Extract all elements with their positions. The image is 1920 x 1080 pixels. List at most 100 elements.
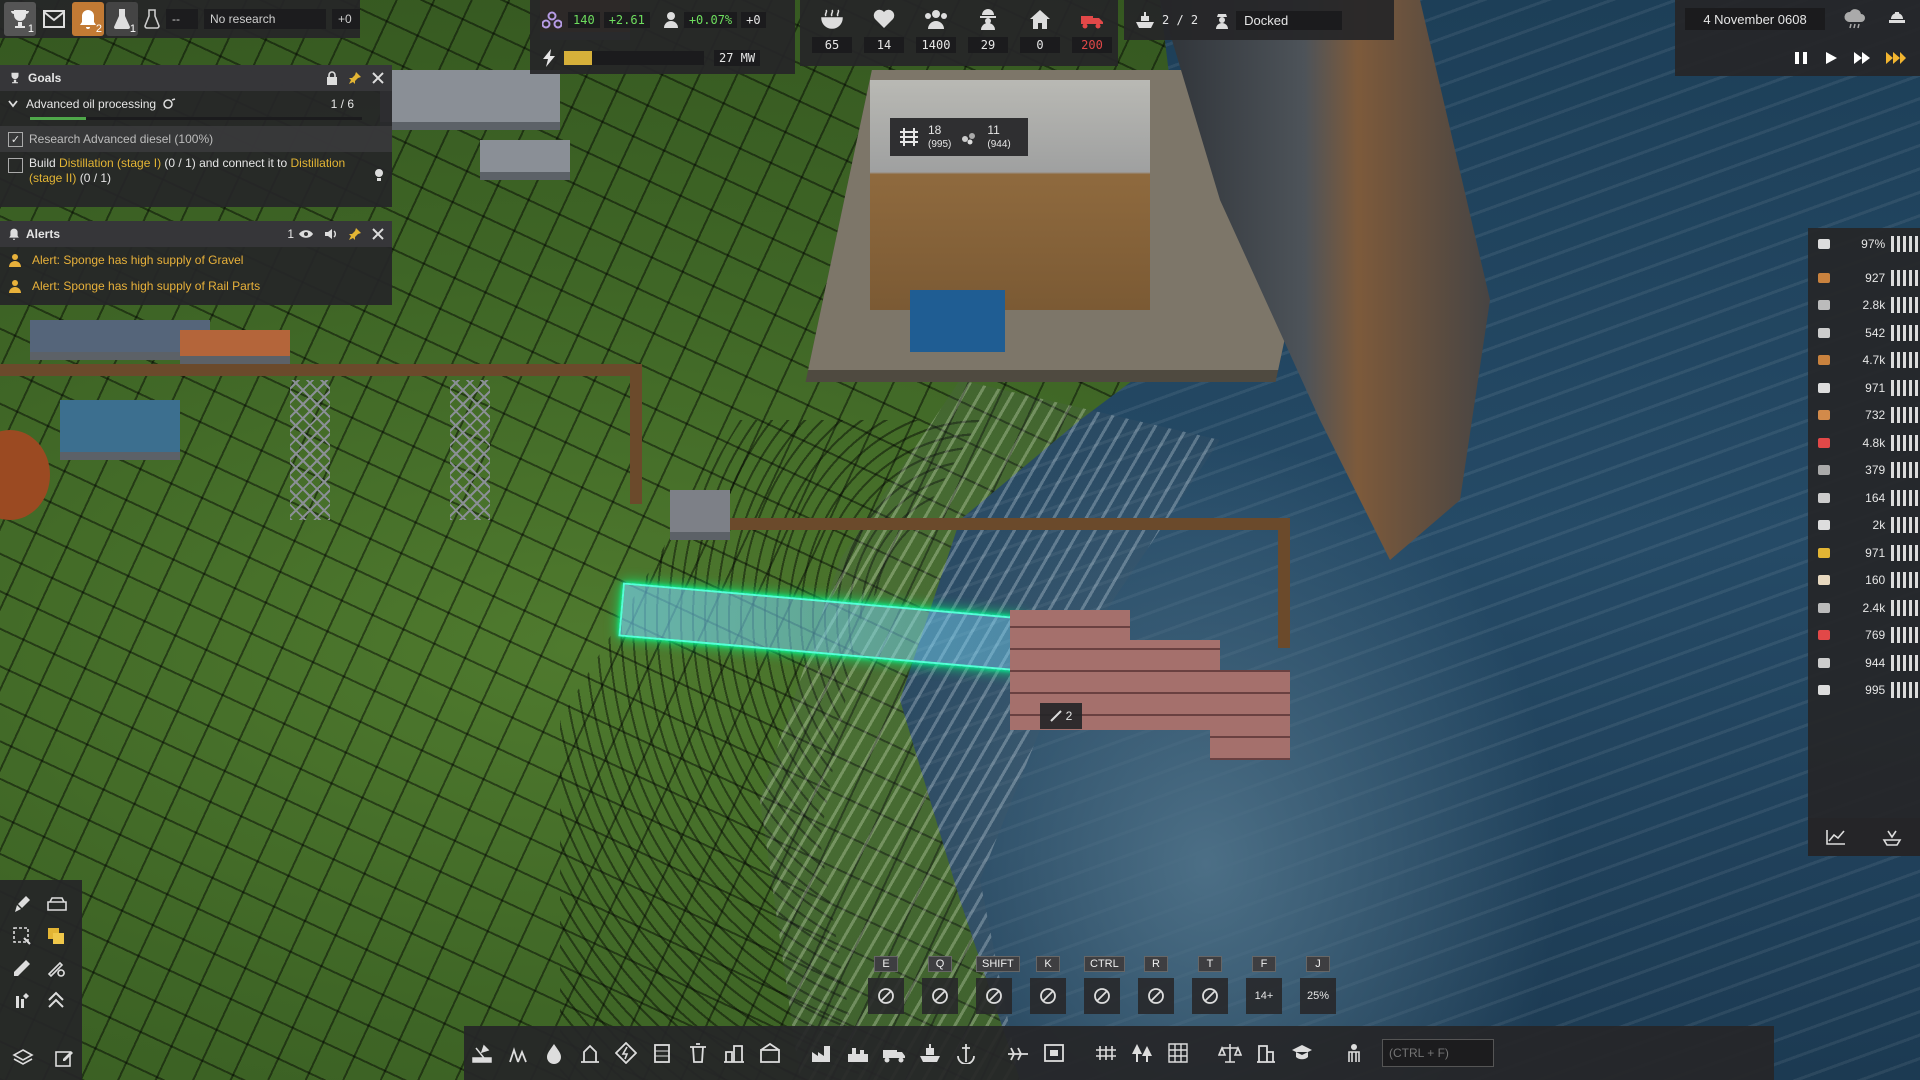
water-icon[interactable] <box>536 1035 572 1071</box>
hotkey-f[interactable]: F 14+ <box>1246 954 1282 1014</box>
recolor-icon[interactable] <box>46 958 66 978</box>
alert-item[interactable]: Alert: Sponge has high supply of Gravel <box>0 247 392 273</box>
hotkey-k[interactable]: K <box>1030 954 1066 1014</box>
trees-icon[interactable] <box>1124 1035 1160 1071</box>
terrain-icon[interactable] <box>1160 1035 1196 1071</box>
hotkey-ctrl[interactable]: CTRL <box>1084 954 1125 1014</box>
settings-icon[interactable] <box>1887 10 1907 28</box>
waste-icon[interactable] <box>680 1035 716 1071</box>
close-icon[interactable] <box>372 228 384 240</box>
storage-building[interactable] <box>180 330 290 364</box>
chevron-down-icon[interactable] <box>8 100 18 108</box>
food-stat[interactable]: 65 <box>808 8 856 53</box>
conveyor-icon[interactable] <box>1000 1035 1036 1071</box>
population-stat[interactable]: 1400 <box>912 8 960 53</box>
rotate-icon[interactable] <box>1084 978 1120 1014</box>
raise-icon[interactable] <box>868 978 904 1014</box>
undo-icon[interactable] <box>1138 978 1174 1014</box>
farm-icon[interactable] <box>500 1035 536 1071</box>
lower-icon[interactable] <box>922 978 958 1014</box>
slope-icon[interactable]: 25% <box>1300 978 1336 1014</box>
pipe[interactable] <box>1278 518 1290 648</box>
no-entry-icon[interactable] <box>1030 978 1066 1014</box>
hotkey-t[interactable]: T <box>1192 954 1228 1014</box>
goals-button[interactable]: 1 <box>4 2 36 36</box>
close-icon[interactable] <box>372 72 384 84</box>
hint-bulb-icon[interactable] <box>374 168 384 182</box>
goal-item[interactable]: Advanced oil processing 1 / 6 <box>0 91 392 117</box>
workers-stat[interactable]: 29 <box>964 8 1012 53</box>
vehicles-stat[interactable]: 200 <box>1068 8 1116 53</box>
hotkey-r[interactable]: R <box>1138 954 1174 1014</box>
rail-storage-label[interactable]: 18 (995) 11 (944) <box>890 118 1028 156</box>
hotkey-q[interactable]: Q <box>922 954 958 1014</box>
paint-tool-icon[interactable] <box>12 894 32 914</box>
research-button[interactable]: 1 <box>106 2 138 36</box>
transport-icon[interactable] <box>876 1035 912 1071</box>
lock-icon[interactable] <box>326 71 338 85</box>
factory-icon[interactable] <box>804 1035 840 1071</box>
research-lab-icon[interactable] <box>1284 1035 1320 1071</box>
messages-button[interactable] <box>38 2 70 36</box>
hotkey-shift[interactable]: SHIFT <box>976 954 1020 1014</box>
housing-build-icon[interactable] <box>716 1035 752 1071</box>
ship-status-panel[interactable]: 2 / 2 Docked <box>1124 0 1394 40</box>
shipyard-icon[interactable] <box>912 1035 948 1071</box>
pipe[interactable] <box>730 518 1280 530</box>
balance-icon[interactable] <box>1212 1035 1248 1071</box>
storage-icon[interactable] <box>644 1035 680 1071</box>
edit-icon[interactable] <box>54 1048 74 1068</box>
factory-building[interactable] <box>480 140 570 180</box>
services-icon[interactable] <box>752 1035 788 1071</box>
pump-building[interactable] <box>60 400 180 460</box>
pipe[interactable] <box>630 364 642 504</box>
factory-building[interactable] <box>380 70 560 130</box>
hotkey-e[interactable]: E <box>868 954 904 1014</box>
pin-icon[interactable] <box>348 71 362 85</box>
copy-icon[interactable] <box>46 926 66 946</box>
mining-icon[interactable] <box>464 1035 500 1071</box>
height-icon[interactable]: 14+ <box>1246 978 1282 1014</box>
resources-overview-icon[interactable] <box>1882 828 1902 846</box>
alerts-button[interactable]: 2 <box>72 2 104 36</box>
alert-item[interactable]: Alert: Sponge has high supply of Rail Pa… <box>0 273 392 299</box>
layers-icon[interactable] <box>12 1048 34 1068</box>
select-area-icon[interactable] <box>12 926 32 946</box>
pause-icon[interactable] <box>1793 50 1809 66</box>
docks-icon[interactable] <box>948 1035 984 1071</box>
shipping-container[interactable] <box>910 290 1005 352</box>
curve-icon[interactable] <box>1192 978 1228 1014</box>
demolish-icon[interactable] <box>12 990 32 1010</box>
resource-item[interactable]: 97% <box>1808 228 1920 260</box>
smelter-icon[interactable] <box>840 1035 876 1071</box>
play-icon[interactable] <box>1823 50 1839 66</box>
pipe-junction[interactable] <box>670 490 730 540</box>
health-stat[interactable]: 14 <box>860 8 908 53</box>
no-build-icon[interactable] <box>976 978 1012 1014</box>
pin-icon[interactable] <box>348 227 362 241</box>
resource-item[interactable]: 995 <box>1808 674 1920 706</box>
fast-forward-icon[interactable] <box>1853 50 1871 66</box>
energy-icon[interactable] <box>608 1035 644 1071</box>
population-tool-icon[interactable] <box>1336 1035 1372 1071</box>
research-status[interactable]: -- No research +0 <box>144 6 360 32</box>
warehouse[interactable] <box>870 80 1150 310</box>
weather-icon[interactable] <box>1842 8 1868 30</box>
eyedropper-icon[interactable] <box>12 958 32 978</box>
hotkey-j[interactable]: J 25% <box>1300 954 1336 1014</box>
power-row[interactable]: 27 MW <box>542 46 762 70</box>
rail-build-icon[interactable] <box>1088 1035 1124 1071</box>
search-input[interactable] <box>1382 1039 1494 1067</box>
housing-stat[interactable]: 0 <box>1016 8 1064 53</box>
fastest-forward-icon[interactable] <box>1885 50 1907 66</box>
buildings-icon[interactable] <box>1248 1035 1284 1071</box>
eye-icon[interactable] <box>298 228 314 240</box>
logistics-icon[interactable] <box>1036 1035 1072 1071</box>
speaker-icon[interactable] <box>324 228 338 240</box>
pipe[interactable] <box>0 364 630 376</box>
stats-chart-icon[interactable] <box>1826 829 1846 845</box>
distillation-stage1-link[interactable]: Distillation (stage I) <box>59 156 161 170</box>
upgrade-icon[interactable] <box>46 990 66 1010</box>
food-production-icon[interactable] <box>572 1035 608 1071</box>
vehicle-tool-icon[interactable] <box>46 894 68 914</box>
